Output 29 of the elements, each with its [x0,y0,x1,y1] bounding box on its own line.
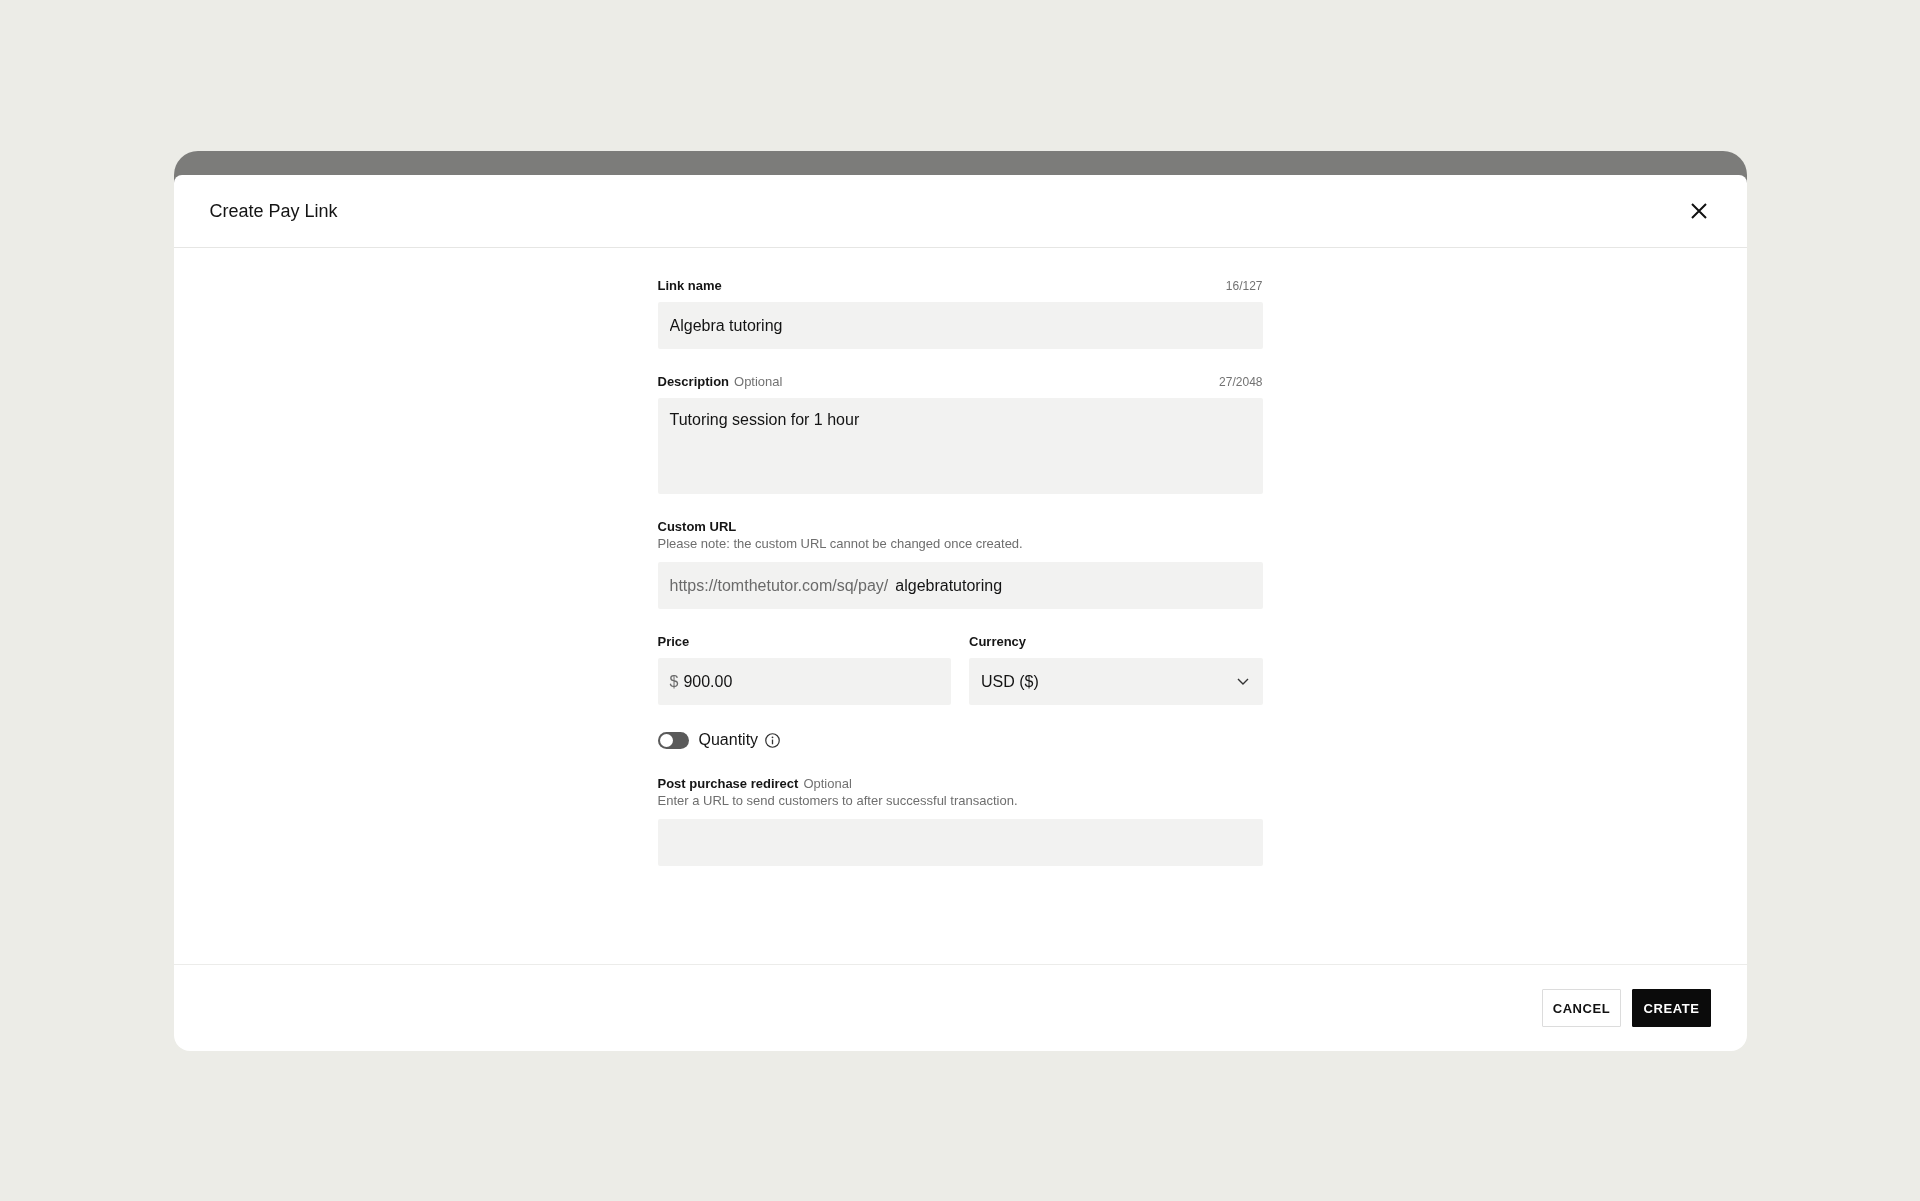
optional-hint: Optional [734,374,783,390]
chevron-down-icon [1236,678,1249,685]
close-icon[interactable] [1690,203,1707,219]
helper-text: Please note: the custom URL cannot be changed once created. [657,536,1024,552]
create-button[interactable]: CREATE [1632,989,1711,1027]
dialog-title: Create Pay Link [209,200,338,222]
field-label: Currency [969,634,1027,650]
optional-hint: Optional [803,776,852,792]
price-field[interactable]: $ 900.00 [657,658,951,705]
field-label: Post purchase redirect [657,776,799,792]
cancel-button[interactable]: CANCEL [1541,989,1622,1027]
quantity-toggle[interactable] [657,731,689,749]
url-slug: algebratutoring [895,576,1003,595]
custom-url-field[interactable]: https://tomthetutor.com/sq/pay/ algebratutoring [657,562,1263,609]
info-icon[interactable] [765,732,781,748]
field-label: Description [657,374,729,390]
character-counter: 16/127 [1225,278,1263,294]
currency-select[interactable]: USD ($) [969,658,1263,705]
field-label: Link name [657,278,722,294]
helper-text: Enter a URL to send customers to after successful transaction. [657,793,1019,809]
toggle-label: Quantity [698,731,759,749]
currency-symbol: $ [669,672,679,691]
link-name-input[interactable]: Algebra tutoring [657,302,1263,349]
field-label: Custom URL [657,519,737,535]
character-counter: 27/2048 [1219,374,1263,390]
field-label: Price [657,634,690,650]
description-textarea[interactable]: Tutoring session for 1 hour [657,398,1263,494]
price-amount: 900.00 [683,672,733,691]
url-prefix: https://tomthetutor.com/sq/pay/ [669,576,889,595]
